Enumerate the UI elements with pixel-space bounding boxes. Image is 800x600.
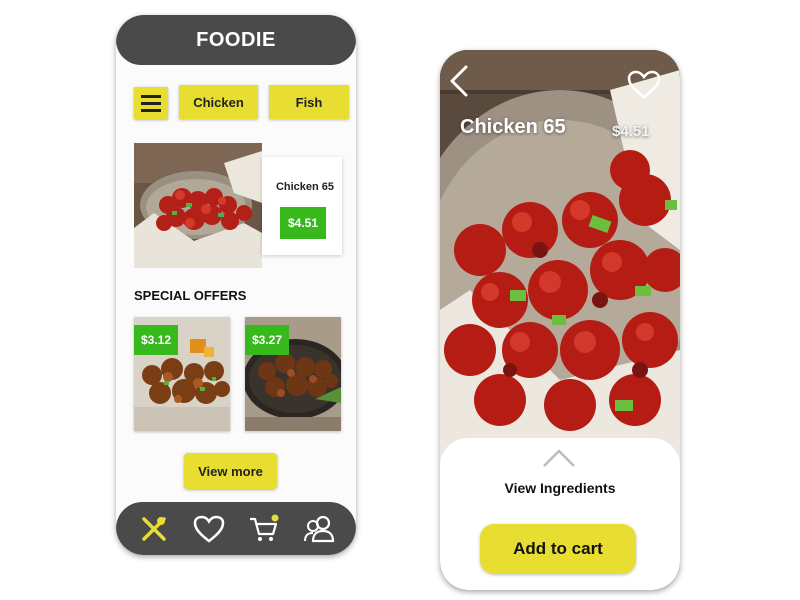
featured-price-badge: $4.51 bbox=[280, 207, 326, 239]
hamburger-icon bbox=[141, 94, 161, 98]
chicken-photo bbox=[134, 143, 262, 268]
view-more-button[interactable]: View more bbox=[184, 453, 277, 489]
offer-card[interactable]: $3.27 bbox=[245, 317, 341, 431]
chevron-up-icon[interactable] bbox=[541, 446, 577, 470]
category-fish-button[interactable]: Fish bbox=[269, 85, 349, 119]
featured-food-image[interactable] bbox=[134, 143, 262, 268]
favorite-heart-icon[interactable] bbox=[627, 70, 661, 100]
dish-price: $4.51 bbox=[612, 123, 650, 140]
featured-info-card[interactable]: Chicken 65 $4.51 bbox=[262, 157, 342, 255]
users-icon[interactable] bbox=[302, 512, 336, 546]
category-chicken-button[interactable]: Chicken bbox=[179, 85, 258, 119]
home-screen: FOODIE Chicken Fish Chicken 65 $4.51 SPE… bbox=[116, 15, 356, 555]
heart-icon[interactable] bbox=[192, 512, 226, 546]
special-offers-heading: SPECIAL OFFERS bbox=[134, 288, 247, 303]
dish-hero-image bbox=[440, 50, 680, 470]
cart-icon[interactable] bbox=[247, 512, 281, 546]
detail-screen: Chicken 65 $4.51 View Ingredients Add to… bbox=[440, 50, 680, 590]
utensils-icon[interactable] bbox=[137, 512, 171, 546]
bottom-nav bbox=[116, 502, 356, 555]
app-title: FOODIE bbox=[196, 28, 276, 51]
hamburger-icon bbox=[141, 101, 161, 105]
hamburger-icon bbox=[141, 108, 161, 112]
bottom-sheet: View Ingredients Add to cart bbox=[440, 438, 680, 590]
app-header: FOODIE bbox=[116, 15, 356, 65]
chicken-photo bbox=[440, 50, 680, 470]
back-chevron-icon[interactable] bbox=[444, 64, 474, 98]
dish-title: Chicken 65 bbox=[460, 116, 566, 138]
offer-price-badge: $3.27 bbox=[245, 325, 289, 355]
menu-button[interactable] bbox=[134, 87, 168, 119]
offer-card[interactable]: $3.12 bbox=[134, 317, 230, 431]
offer-price-badge: $3.12 bbox=[134, 325, 178, 355]
featured-name: Chicken 65 bbox=[275, 181, 335, 193]
add-to-cart-button[interactable]: Add to cart bbox=[480, 524, 636, 574]
view-ingredients-link[interactable]: View Ingredients bbox=[440, 480, 680, 496]
